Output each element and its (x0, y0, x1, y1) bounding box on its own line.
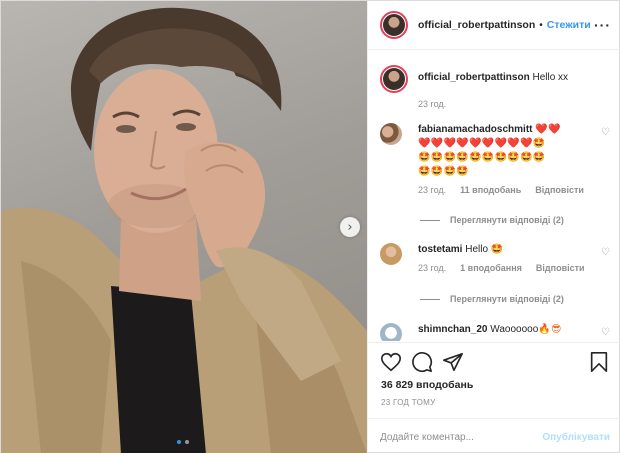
comment-emoji-line: 🤩🤩🤩🤩🤩🤩🤩🤩🤩🤩 (418, 152, 546, 163)
comment-likes[interactable]: 1 вподобання (460, 263, 522, 273)
caption-text: Hello xx (532, 72, 569, 83)
post-modal: › official_robertpattinson • Стежити ···… (0, 0, 620, 453)
carousel-next-button[interactable]: › (340, 217, 360, 237)
view-replies-button[interactable]: Переглянути відповіді (2) (420, 215, 564, 225)
post-sidebar: official_robertpattinson • Стежити ··· o… (367, 1, 620, 453)
caption-avatar[interactable] (380, 65, 408, 93)
share-send-icon[interactable] (442, 351, 464, 373)
comment-username[interactable]: tostetami (418, 244, 462, 255)
post-photo[interactable]: › (1, 1, 367, 453)
author-username[interactable]: official_robertpattinson (418, 19, 535, 31)
view-replies-button[interactable]: Переглянути відповіді (2) (420, 294, 564, 304)
publish-button[interactable]: Опублікувати (542, 432, 610, 443)
comments-list[interactable]: official_robertpattinson Hello xx 23 год… (368, 51, 620, 341)
comment-time[interactable]: 23 год. (418, 185, 446, 195)
replies-divider (420, 219, 440, 221)
view-replies-label: Переглянути відповіді (2) (450, 215, 564, 225)
comment-like-icon[interactable]: ♡ (601, 247, 610, 258)
view-replies-label: Переглянути відповіді (2) (450, 294, 564, 304)
reply-button[interactable]: Відповісти (536, 263, 585, 273)
comment-input[interactable] (380, 431, 530, 443)
header-separator: • (539, 19, 543, 31)
comment-emoji: 🔥😎 (538, 324, 562, 335)
post-actions: 36 829 вподобань 23 ГОД ТОМУ Опублікуват… (368, 342, 620, 453)
replies-divider (420, 298, 440, 300)
comment-composer: Опублікувати (368, 418, 620, 453)
commenter-avatar[interactable] (380, 323, 402, 341)
caption-username[interactable]: official_robertpattinson (418, 72, 530, 83)
more-options-icon[interactable]: ··· (594, 17, 611, 33)
post-header: official_robertpattinson • Стежити ··· (368, 1, 620, 50)
like-heart-icon[interactable] (380, 351, 402, 373)
comment-time[interactable]: 23 год. (418, 263, 446, 273)
comment-emoji-line: ❤️❤️❤️❤️❤️❤️❤️❤️❤️🤩 (418, 138, 546, 149)
save-bookmark-icon[interactable] (588, 351, 610, 373)
author-avatar[interactable] (380, 11, 408, 39)
post-timestamp[interactable]: 23 ГОД ТОМУ (381, 398, 436, 407)
comment-like-icon[interactable]: ♡ (601, 327, 610, 338)
commenter-avatar[interactable] (380, 123, 402, 145)
comment-text: Waoooooo (490, 324, 539, 335)
carousel-dot-2 (185, 440, 189, 444)
comment-username[interactable]: shimnchan_20 (418, 324, 487, 335)
likes-count[interactable]: 36 829 вподобань (381, 379, 473, 391)
carousel-dots (177, 440, 189, 444)
comment-emoji: 🤩 (490, 244, 504, 255)
carousel-dot-1 (177, 440, 181, 444)
comment-like-icon[interactable]: ♡ (601, 127, 610, 138)
reply-button[interactable]: Відповісти (535, 185, 584, 195)
comment-item: tostetami Hello 🤩 23 год. 1 вподобання В… (380, 243, 616, 273)
comment-text: Hello (465, 244, 489, 255)
comment-item: fabianamachadoschmitt ❤️❤️ ❤️❤️❤️❤️❤️❤️❤… (380, 123, 616, 195)
comment-likes[interactable]: 11 вподобань (460, 185, 521, 195)
comment-item: shimnchan_20 Waoooooo🔥😎 ♡ (380, 323, 616, 341)
comment-username[interactable]: fabianamachadoschmitt (418, 124, 532, 135)
commenter-avatar[interactable] (380, 243, 402, 265)
comment-emoji: ❤️❤️ (535, 124, 561, 135)
follow-button[interactable]: Стежити (547, 19, 591, 31)
comment-bubble-icon[interactable] (411, 351, 433, 373)
action-bar (380, 351, 610, 375)
caption-time[interactable]: 23 год. (418, 99, 446, 109)
portrait-image (1, 7, 367, 453)
caption: official_robertpattinson Hello xx 23 год… (380, 65, 616, 109)
comment-emoji-line: 🤩🤩🤩🤩 (418, 166, 470, 177)
